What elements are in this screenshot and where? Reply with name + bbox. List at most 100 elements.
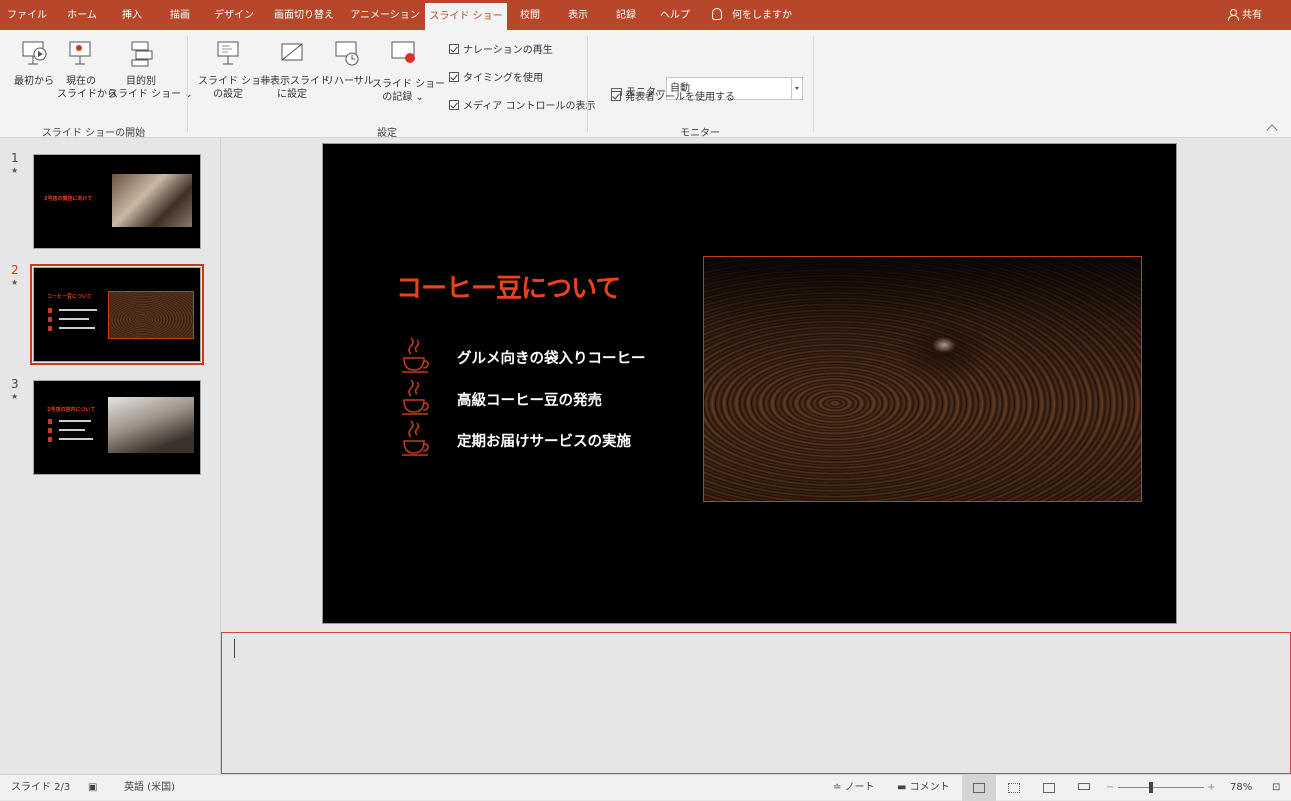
reading-view-icon: [1043, 783, 1055, 793]
tab-insert[interactable]: 挿入: [110, 0, 154, 30]
coffee-cup-icon: [48, 419, 52, 424]
setup-label-1: スライド ショー: [198, 76, 272, 87]
coffee-cup-icon: [402, 337, 429, 373]
slide-thumbnail-2[interactable]: コーヒー豆について: [30, 264, 204, 365]
presenter-view-label: 発表者ツールを使用する: [625, 92, 735, 103]
comments-toggle[interactable]: ▬ コメント: [897, 775, 950, 801]
play-from-start-icon: [22, 41, 47, 65]
hide-slide-button[interactable]: 非表示スライド に設定: [260, 40, 330, 101]
notes-toggle[interactable]: ≐ ノート: [833, 775, 875, 801]
tab-view[interactable]: 表示: [553, 0, 603, 30]
slide-canvas[interactable]: コーヒー豆について グルメ向きの袋入りコーヒー 高級コーヒー豆の発売 定期お届け…: [322, 143, 1177, 624]
from-current-button[interactable]: 現在の スライドから: [57, 40, 117, 101]
chevron-down-icon: ⌄: [184, 89, 193, 100]
animation-star-icon: ★: [11, 166, 19, 175]
tell-me-search[interactable]: 何をしますか: [712, 0, 792, 30]
coffee-cup-icon: [402, 420, 429, 456]
tab-animations[interactable]: アニメーション: [346, 0, 424, 30]
comment-icon: ▬: [897, 782, 910, 793]
slide-thumbnail-1[interactable]: 2号店の開店に向けて: [33, 154, 201, 249]
rehearse-button[interactable]: リハーサル: [324, 40, 374, 88]
bullet-text: 高級コーヒー豆の発売: [457, 393, 602, 409]
custom-label-2-row: スライド ショー ⌄: [108, 88, 193, 101]
cafe-interior-photo: [108, 397, 194, 453]
share-label: 共有: [1242, 10, 1262, 21]
fit-to-window-icon[interactable]: ⊡: [1272, 775, 1280, 801]
record-label-2-row: の記録 ⌄: [372, 91, 434, 104]
comments-label: コメント: [909, 782, 950, 793]
coffee-cup-icon: [48, 317, 52, 322]
chevron-down-icon: ⌄: [415, 92, 424, 103]
from-beginning-button[interactable]: 最初から: [13, 40, 55, 88]
spellcheck-icon[interactable]: ▣: [88, 775, 97, 801]
media-controls-checkbox[interactable]: メディア コントロールの表示: [449, 100, 595, 113]
slide-sorter-icon: [1008, 783, 1020, 793]
person-icon: [1228, 9, 1239, 21]
hide-slide-label-1: 非表示スライド: [260, 76, 330, 87]
lightbulb-icon: [712, 8, 722, 20]
reading-view-button[interactable]: [1032, 775, 1066, 801]
timing-label: タイミングを使用: [463, 73, 543, 84]
presenter-view-checkbox[interactable]: 発表者ツールを使用する: [611, 91, 735, 104]
record-show-icon: [391, 41, 415, 63]
slide-title[interactable]: コーヒー豆について: [396, 268, 621, 305]
setup-slideshow-button[interactable]: スライド ショー の設定: [198, 40, 272, 101]
custom-label-1: 目的別: [126, 76, 156, 87]
narration-label: ナレーションの再生: [463, 45, 553, 56]
bullet-line: [59, 420, 91, 422]
narration-checkbox[interactable]: ナレーションの再生: [449, 44, 553, 57]
rehearse-label: リハーサル: [324, 76, 374, 87]
zoom-slider-thumb[interactable]: [1149, 782, 1153, 793]
thumb-number: 2: [11, 263, 19, 277]
share-button[interactable]: 共有: [1228, 0, 1262, 30]
group-divider: [813, 36, 814, 132]
from-beginning-label: 最初から: [14, 76, 54, 87]
slide-position: スライド 2/3: [11, 782, 71, 793]
coffee-beans-photo: [108, 291, 194, 339]
thumb-number: 3: [11, 377, 19, 391]
hide-slide-label-2: に設定: [277, 89, 307, 100]
language-indicator[interactable]: 英語 (米国): [124, 775, 175, 801]
zoom-in-button[interactable]: +: [1207, 775, 1215, 801]
status-bar: スライド 2/3 ▣ 英語 (米国) ≐ ノート ▬ コメント − + 78% …: [0, 774, 1291, 801]
bullet-line: [59, 327, 95, 329]
coffee-beans-photo[interactable]: [703, 256, 1142, 502]
coffee-cup-icon: [402, 379, 429, 415]
tab-record[interactable]: 記録: [603, 0, 649, 30]
group-label-start: スライド ショーの開始: [41, 128, 146, 139]
thumb-title: コーヒー豆について: [47, 294, 92, 300]
tell-me-text: 何をしますか: [732, 10, 792, 21]
record-slideshow-button[interactable]: スライド ショー の記録 ⌄: [372, 40, 446, 104]
record-label-1: スライド ショー: [372, 79, 446, 90]
zoom-slider[interactable]: [1118, 787, 1204, 788]
checkbox-checked-icon: [449, 100, 459, 110]
tab-file[interactable]: ファイル: [0, 0, 54, 30]
record-label-2: の記録: [382, 92, 413, 103]
thumb-number: 1: [11, 151, 19, 165]
notes-pane[interactable]: [221, 632, 1291, 774]
slideshow-view-button[interactable]: [1067, 775, 1101, 801]
tab-help[interactable]: ヘルプ: [649, 0, 701, 30]
normal-view-button[interactable]: [962, 775, 996, 801]
setup-label-2: の設定: [213, 89, 243, 100]
bullet-line: [59, 438, 93, 440]
tab-draw[interactable]: 描画: [154, 0, 206, 30]
tab-home[interactable]: ホーム: [54, 0, 110, 30]
from-current-label-2: スライドから: [57, 89, 117, 100]
animation-star-icon: ★: [11, 278, 19, 287]
timing-checkbox[interactable]: タイミングを使用: [449, 72, 543, 85]
group-label-setup: 設定: [377, 128, 397, 139]
notes-label: ノート: [844, 782, 875, 793]
custom-slideshow-button[interactable]: 目的別 スライド ショー ⌄: [108, 40, 193, 101]
tab-review[interactable]: 校閲: [507, 0, 553, 30]
custom-label-2: スライド ショー: [108, 89, 182, 100]
tab-design[interactable]: デザイン: [206, 0, 262, 30]
tab-slideshow[interactable]: スライド ショー: [425, 3, 507, 33]
slide-thumbnail-3[interactable]: 2号店の店内について: [33, 380, 201, 475]
slide-thumbnail-pane[interactable]: 1 ★ 2号店の開店に向けて 2 ★ コーヒー豆について 3 ★ 2号店の店内に…: [0, 138, 221, 774]
zoom-out-button[interactable]: −: [1106, 775, 1114, 801]
zoom-level[interactable]: 78%: [1230, 775, 1252, 801]
slide-sorter-button[interactable]: [997, 775, 1031, 801]
collapse-ribbon-icon[interactable]: [1266, 124, 1278, 136]
tab-transitions[interactable]: 画面切り替え: [262, 0, 346, 30]
